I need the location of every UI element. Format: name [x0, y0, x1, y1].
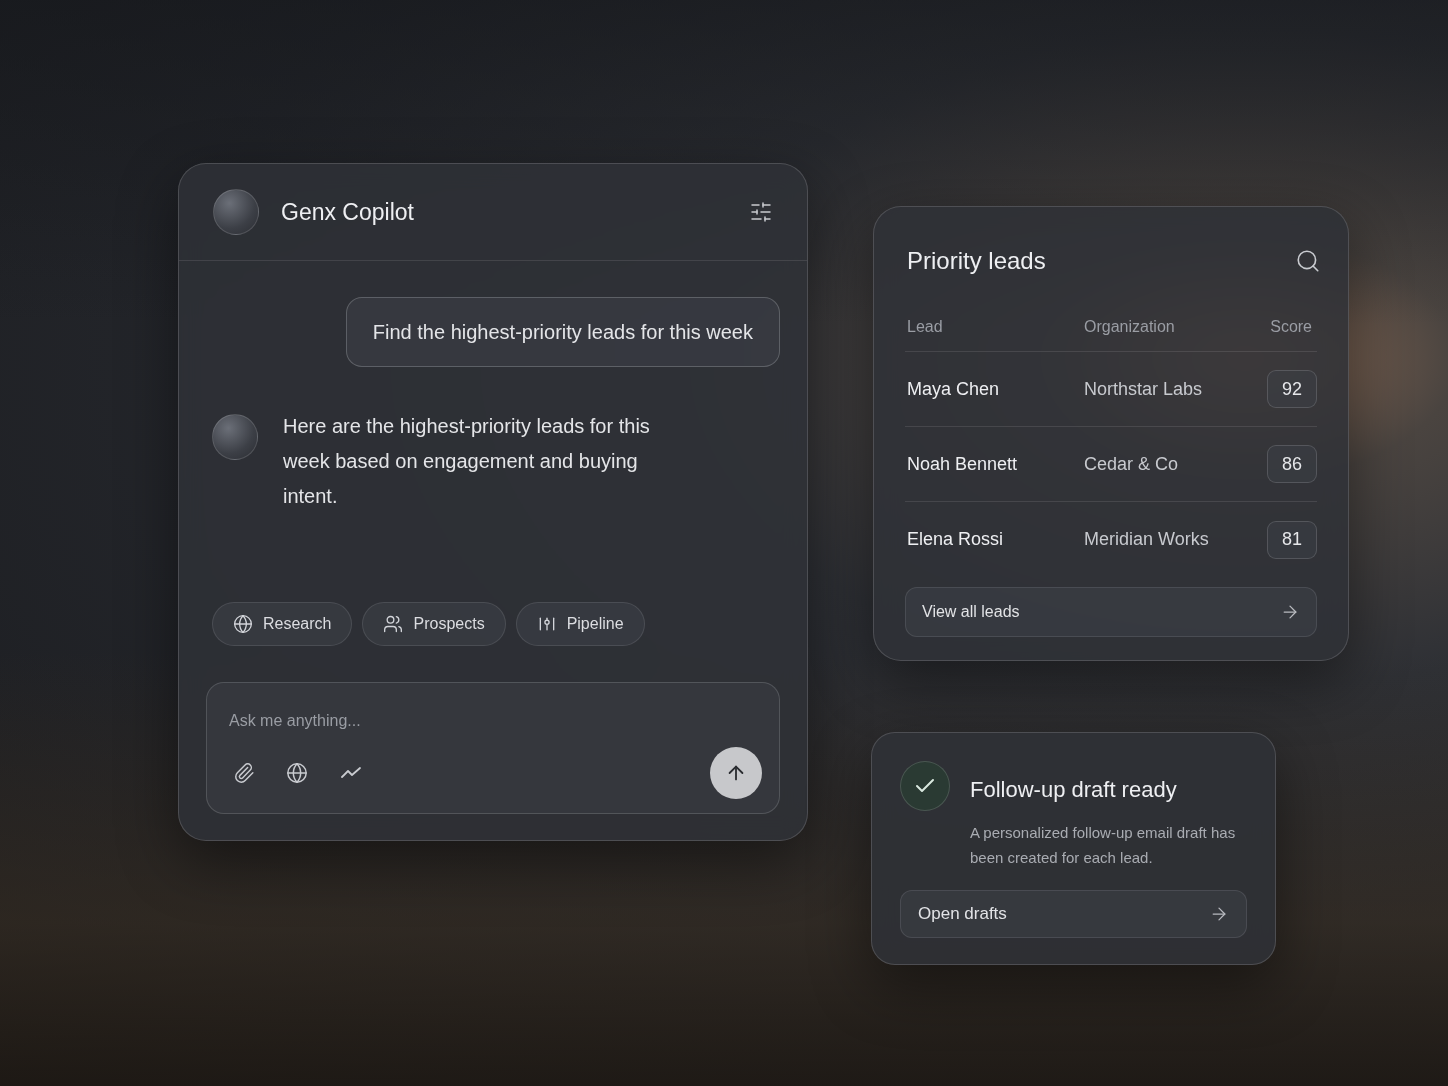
- column-header: Score: [1270, 315, 1317, 339]
- lead-name: Maya Chen: [907, 376, 1084, 403]
- leads-header: Priority leads: [905, 243, 1317, 279]
- column-header: Lead: [907, 315, 1084, 339]
- lead-row[interactable]: Maya ChenNorthstar Labs92: [905, 352, 1317, 427]
- priority-leads-card: Priority leadsLeadOrganizationScoreMaya …: [873, 206, 1349, 661]
- open-drafts-button[interactable]: Open drafts: [900, 890, 1247, 938]
- assistant-avatar: [212, 414, 258, 460]
- chip[interactable]: Prospects: [362, 602, 505, 646]
- input-placeholder[interactable]: Ask me anything...: [229, 709, 757, 733]
- score-badge: 86: [1267, 445, 1317, 483]
- settings-sliders-icon[interactable]: [749, 200, 773, 224]
- lead-row[interactable]: Noah BennettCedar & Co86: [905, 427, 1317, 502]
- follow-up-description: A personalized follow-up email draft has…: [970, 820, 1240, 870]
- follow-up-content: Follow-up draft ready A personalized foll…: [900, 761, 1247, 870]
- arrow-right-icon: [1209, 904, 1229, 924]
- score-badge: 81: [1267, 521, 1317, 559]
- search-icon[interactable]: [1295, 248, 1321, 274]
- follow-up-title: Follow-up draft ready: [970, 773, 1240, 806]
- chip[interactable]: Pipeline: [516, 602, 645, 646]
- chip-row: ResearchProspectsPipeline: [212, 602, 807, 646]
- leads-table: LeadOrganizationScoreMaya ChenNorthstar …: [905, 309, 1317, 577]
- trend-icon[interactable]: [339, 761, 363, 785]
- paperclip-icon[interactable]: [233, 762, 255, 784]
- lead-organization: Cedar & Co: [1084, 451, 1267, 478]
- chip[interactable]: Research: [212, 602, 352, 646]
- send-button[interactable]: [710, 747, 762, 799]
- lead-organization: Meridian Works: [1084, 526, 1267, 553]
- globe-icon: [233, 614, 253, 634]
- users-icon: [383, 614, 403, 634]
- user-message: Find the highest-priority leads for this…: [346, 297, 780, 367]
- copilot-avatar: [213, 189, 259, 235]
- assistant-text: Here are the highest-priority leads for …: [283, 409, 653, 514]
- check-badge: [900, 761, 950, 811]
- view-all-leads-button[interactable]: View all leads: [905, 587, 1317, 637]
- arrow-up-icon: [725, 762, 747, 784]
- copilot-header: Genx Copilot: [179, 164, 807, 261]
- assistant-message: Here are the highest-priority leads for …: [212, 414, 807, 514]
- lead-name: Elena Rossi: [907, 526, 1084, 553]
- lead-row[interactable]: Elena RossiMeridian Works81: [905, 502, 1317, 577]
- score-badge: 92: [1267, 370, 1317, 408]
- globe-icon[interactable]: [286, 762, 308, 784]
- copilot-card: Genx Copilot Find the highest-priority le…: [178, 163, 808, 841]
- check-icon: [913, 774, 937, 798]
- column-header: Organization: [1084, 315, 1270, 339]
- arrow-right-icon: [1280, 602, 1300, 622]
- lead-name: Noah Bennett: [907, 451, 1084, 478]
- pipeline-icon: [537, 614, 557, 634]
- copilot-title: Genx Copilot: [281, 195, 727, 230]
- lead-organization: Northstar Labs: [1084, 376, 1267, 403]
- chat-input[interactable]: Ask me anything...: [206, 682, 780, 814]
- leads-title: Priority leads: [907, 243, 1046, 279]
- page: Genx Copilot Find the highest-priority le…: [0, 0, 1448, 1086]
- input-toolbar: [229, 747, 757, 799]
- table-header: LeadOrganizationScore: [905, 309, 1317, 352]
- follow-up-card: Follow-up draft ready A personalized foll…: [871, 732, 1276, 965]
